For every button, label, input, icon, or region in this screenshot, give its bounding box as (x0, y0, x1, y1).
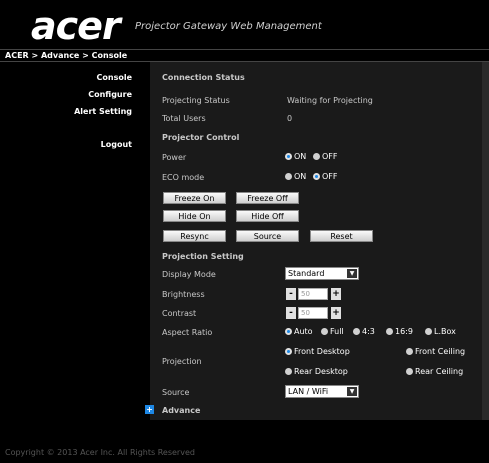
freeze-on-button[interactable]: Freeze On (163, 192, 226, 204)
expand-icon[interactable]: + (145, 405, 154, 414)
total-users-value: 0 (287, 114, 293, 123)
power-on-radio[interactable]: ON (285, 152, 306, 161)
radio-unselected-icon (425, 328, 432, 335)
projection-rear-ceiling-radio[interactable]: Rear Ceiling (406, 367, 463, 376)
radio-unselected-icon (406, 348, 413, 355)
contrast-input[interactable]: 50 (298, 307, 328, 319)
contrast-increase-button[interactable]: + (331, 307, 341, 319)
radio-selected-icon (285, 153, 292, 160)
contrast-decrease-button[interactable]: - (286, 307, 296, 319)
total-users-label: Total Users (162, 114, 206, 123)
radio-unselected-icon (285, 173, 292, 180)
radio-unselected-icon (321, 328, 328, 335)
projecting-status-label: Projecting Status (162, 96, 230, 105)
brightness-input[interactable]: 50 (298, 288, 328, 300)
reset-button[interactable]: Reset (310, 230, 373, 242)
projection-rear-desktop-radio[interactable]: Rear Desktop (285, 367, 348, 376)
freeze-off-button[interactable]: Freeze Off (236, 192, 299, 204)
display-mode-label: Display Mode (162, 270, 216, 279)
app-tagline: Projector Gateway Web Management (135, 21, 322, 32)
projection-setting-title: Projection Setting (162, 252, 244, 261)
brightness-increase-button[interactable]: + (331, 288, 341, 300)
sidebar-item-console[interactable]: Console (97, 73, 133, 82)
projector-control-title: Projector Control (162, 133, 240, 142)
breadcrumb: ACER > Advance > Console (5, 51, 128, 60)
advance-toggle-label[interactable]: Advance (162, 406, 200, 415)
connection-status-title: Connection Status (162, 73, 245, 82)
eco-off-radio[interactable]: OFF (313, 172, 338, 181)
copyright-text: Copyright © 2013 Acer Inc. All Rights Re… (5, 448, 195, 457)
sidebar: Console Configure Alert Setting Logout (0, 62, 138, 430)
projection-front-ceiling-radio[interactable]: Front Ceiling (406, 347, 465, 356)
radio-unselected-icon (406, 368, 413, 375)
aspect-ratio-label: Aspect Ratio (162, 328, 213, 337)
radio-selected-icon (285, 328, 292, 335)
scrollbar[interactable] (482, 62, 489, 420)
resync-button[interactable]: Resync (163, 230, 226, 242)
brightness-decrease-button[interactable]: - (286, 288, 296, 300)
projecting-status-value: Waiting for Projecting (287, 96, 373, 105)
source-label: Source (162, 388, 190, 397)
hide-off-button[interactable]: Hide Off (236, 210, 299, 222)
header-divider (0, 49, 489, 50)
aspect-lbox-radio[interactable]: L.Box (425, 327, 456, 336)
projection-front-desktop-radio[interactable]: Front Desktop (285, 347, 350, 356)
sidebar-item-alert-setting[interactable]: Alert Setting (74, 107, 132, 116)
sidebar-item-logout[interactable]: Logout (101, 140, 132, 149)
source-select[interactable]: LAN / WiFi ▼ (285, 385, 359, 398)
projection-label: Projection (162, 357, 202, 366)
aspect-full-radio[interactable]: Full (321, 327, 344, 336)
power-off-radio[interactable]: OFF (313, 152, 338, 161)
radio-unselected-icon (386, 328, 393, 335)
source-button[interactable]: Source (236, 230, 299, 242)
dropdown-arrow-icon: ▼ (347, 387, 357, 396)
eco-on-radio[interactable]: ON (285, 172, 306, 181)
aspect-auto-radio[interactable]: Auto (285, 327, 313, 336)
radio-unselected-icon (353, 328, 360, 335)
power-label: Power (162, 153, 187, 162)
radio-unselected-icon (313, 153, 320, 160)
main-panel: Connection Status Projecting Status Wait… (150, 62, 489, 420)
brightness-label: Brightness (162, 290, 205, 299)
radio-selected-icon (285, 348, 292, 355)
radio-unselected-icon (285, 368, 292, 375)
sidebar-item-configure[interactable]: Configure (88, 90, 132, 99)
acer-logo: acer (31, 4, 121, 48)
aspect-4-3-radio[interactable]: 4:3 (353, 327, 375, 336)
dropdown-arrow-icon: ▼ (347, 269, 357, 278)
aspect-16-9-radio[interactable]: 16:9 (386, 327, 413, 336)
hide-on-button[interactable]: Hide On (163, 210, 226, 222)
display-mode-select[interactable]: Standard ▼ (285, 267, 359, 280)
eco-mode-label: ECO mode (162, 173, 205, 182)
radio-selected-icon (313, 173, 320, 180)
contrast-label: Contrast (162, 309, 197, 318)
